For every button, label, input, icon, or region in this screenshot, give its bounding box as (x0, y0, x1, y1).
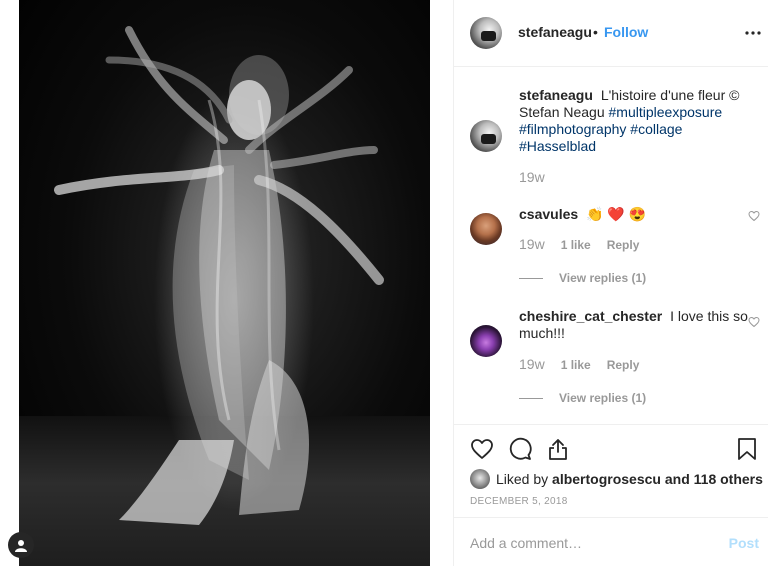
comment-meta: 19w 1 like Reply (519, 356, 639, 372)
view-replies-label: View replies (1) (559, 391, 647, 405)
comment-time[interactable]: 19w (519, 236, 545, 252)
heart-icon[interactable] (470, 437, 494, 461)
post-sidebar: stefaneagu • Follow stefaneagu L'histoir… (453, 0, 768, 566)
header-separator: • (593, 24, 598, 40)
reply-button[interactable]: Reply (607, 358, 640, 372)
hashtag[interactable]: #Hasselblad (519, 138, 596, 154)
dancer-figure (54, 26, 384, 525)
replies-divider (519, 277, 543, 279)
replies-divider (519, 397, 543, 399)
post-date[interactable]: DECEMBER 5, 2018 (470, 496, 568, 507)
post-actions: Liked by albertogrosescu and 118 others … (454, 424, 768, 566)
comment-text: csavules 👏 ❤️ 😍 (519, 206, 754, 223)
liker-avatar[interactable] (470, 469, 490, 489)
view-replies-button[interactable]: View replies (1) (519, 391, 646, 405)
likes-summary: Liked by albertogrosescu and 118 others (470, 469, 763, 489)
likes-text: Liked by albertogrosescu and 118 others (496, 471, 763, 487)
more-options-icon[interactable] (745, 17, 761, 47)
user-tag-icon[interactable] (8, 532, 34, 558)
hashtag[interactable]: #multipleexposure (609, 104, 723, 120)
comment-body: 👏 ❤️ 😍 (586, 206, 647, 222)
follow-button[interactable]: Follow (604, 24, 648, 40)
commenter-avatar[interactable] (470, 325, 502, 357)
commenter-avatar[interactable] (470, 213, 502, 245)
photo-pane (0, 0, 453, 566)
liker-username[interactable]: albertogrosescu (552, 471, 661, 487)
comment-time[interactable]: 19w (519, 356, 545, 372)
post-comment-button[interactable]: Post (729, 535, 759, 551)
comment-text: cheshire_cat_chester I love this so much… (519, 308, 754, 342)
caption-text: stefaneagu L'histoire d'une fleur © Stef… (519, 87, 754, 155)
comment-like-icon[interactable] (748, 210, 760, 222)
add-comment-bar: Post (454, 517, 768, 566)
comment-likes[interactable]: 1 like (561, 358, 591, 372)
likes-others[interactable]: and 118 others (665, 471, 763, 487)
caption-avatar[interactable] (470, 120, 502, 152)
likes-prefix: Liked by (496, 471, 549, 487)
comment-username[interactable]: csavules (519, 206, 578, 222)
view-replies-label: View replies (1) (559, 271, 647, 285)
reply-button[interactable]: Reply (607, 238, 640, 252)
comment-meta: 19w 1 like Reply (519, 236, 639, 252)
add-comment-input[interactable] (470, 535, 710, 551)
share-icon[interactable] (546, 437, 570, 461)
hashtag[interactable]: #filmphotography (519, 121, 626, 137)
post-photo[interactable] (19, 0, 430, 566)
author-avatar[interactable] (470, 17, 502, 49)
comment-username[interactable]: cheshire_cat_chester (519, 308, 662, 324)
bookmark-icon[interactable] (735, 437, 759, 461)
comment-likes[interactable]: 1 like (561, 238, 591, 252)
caption-username[interactable]: stefaneagu (519, 87, 593, 103)
comments-list[interactable]: stefaneagu L'histoire d'une fleur © Stef… (454, 68, 768, 424)
author-username[interactable]: stefaneagu (518, 24, 592, 40)
comment-like-icon[interactable] (748, 316, 760, 328)
caption-time[interactable]: 19w (519, 169, 545, 185)
hashtag[interactable]: #collage (630, 121, 682, 137)
caption-meta: 19w (519, 169, 545, 185)
comment-icon[interactable] (508, 437, 532, 461)
post-header: stefaneagu • Follow (454, 0, 768, 67)
view-replies-button[interactable]: View replies (1) (519, 271, 646, 285)
